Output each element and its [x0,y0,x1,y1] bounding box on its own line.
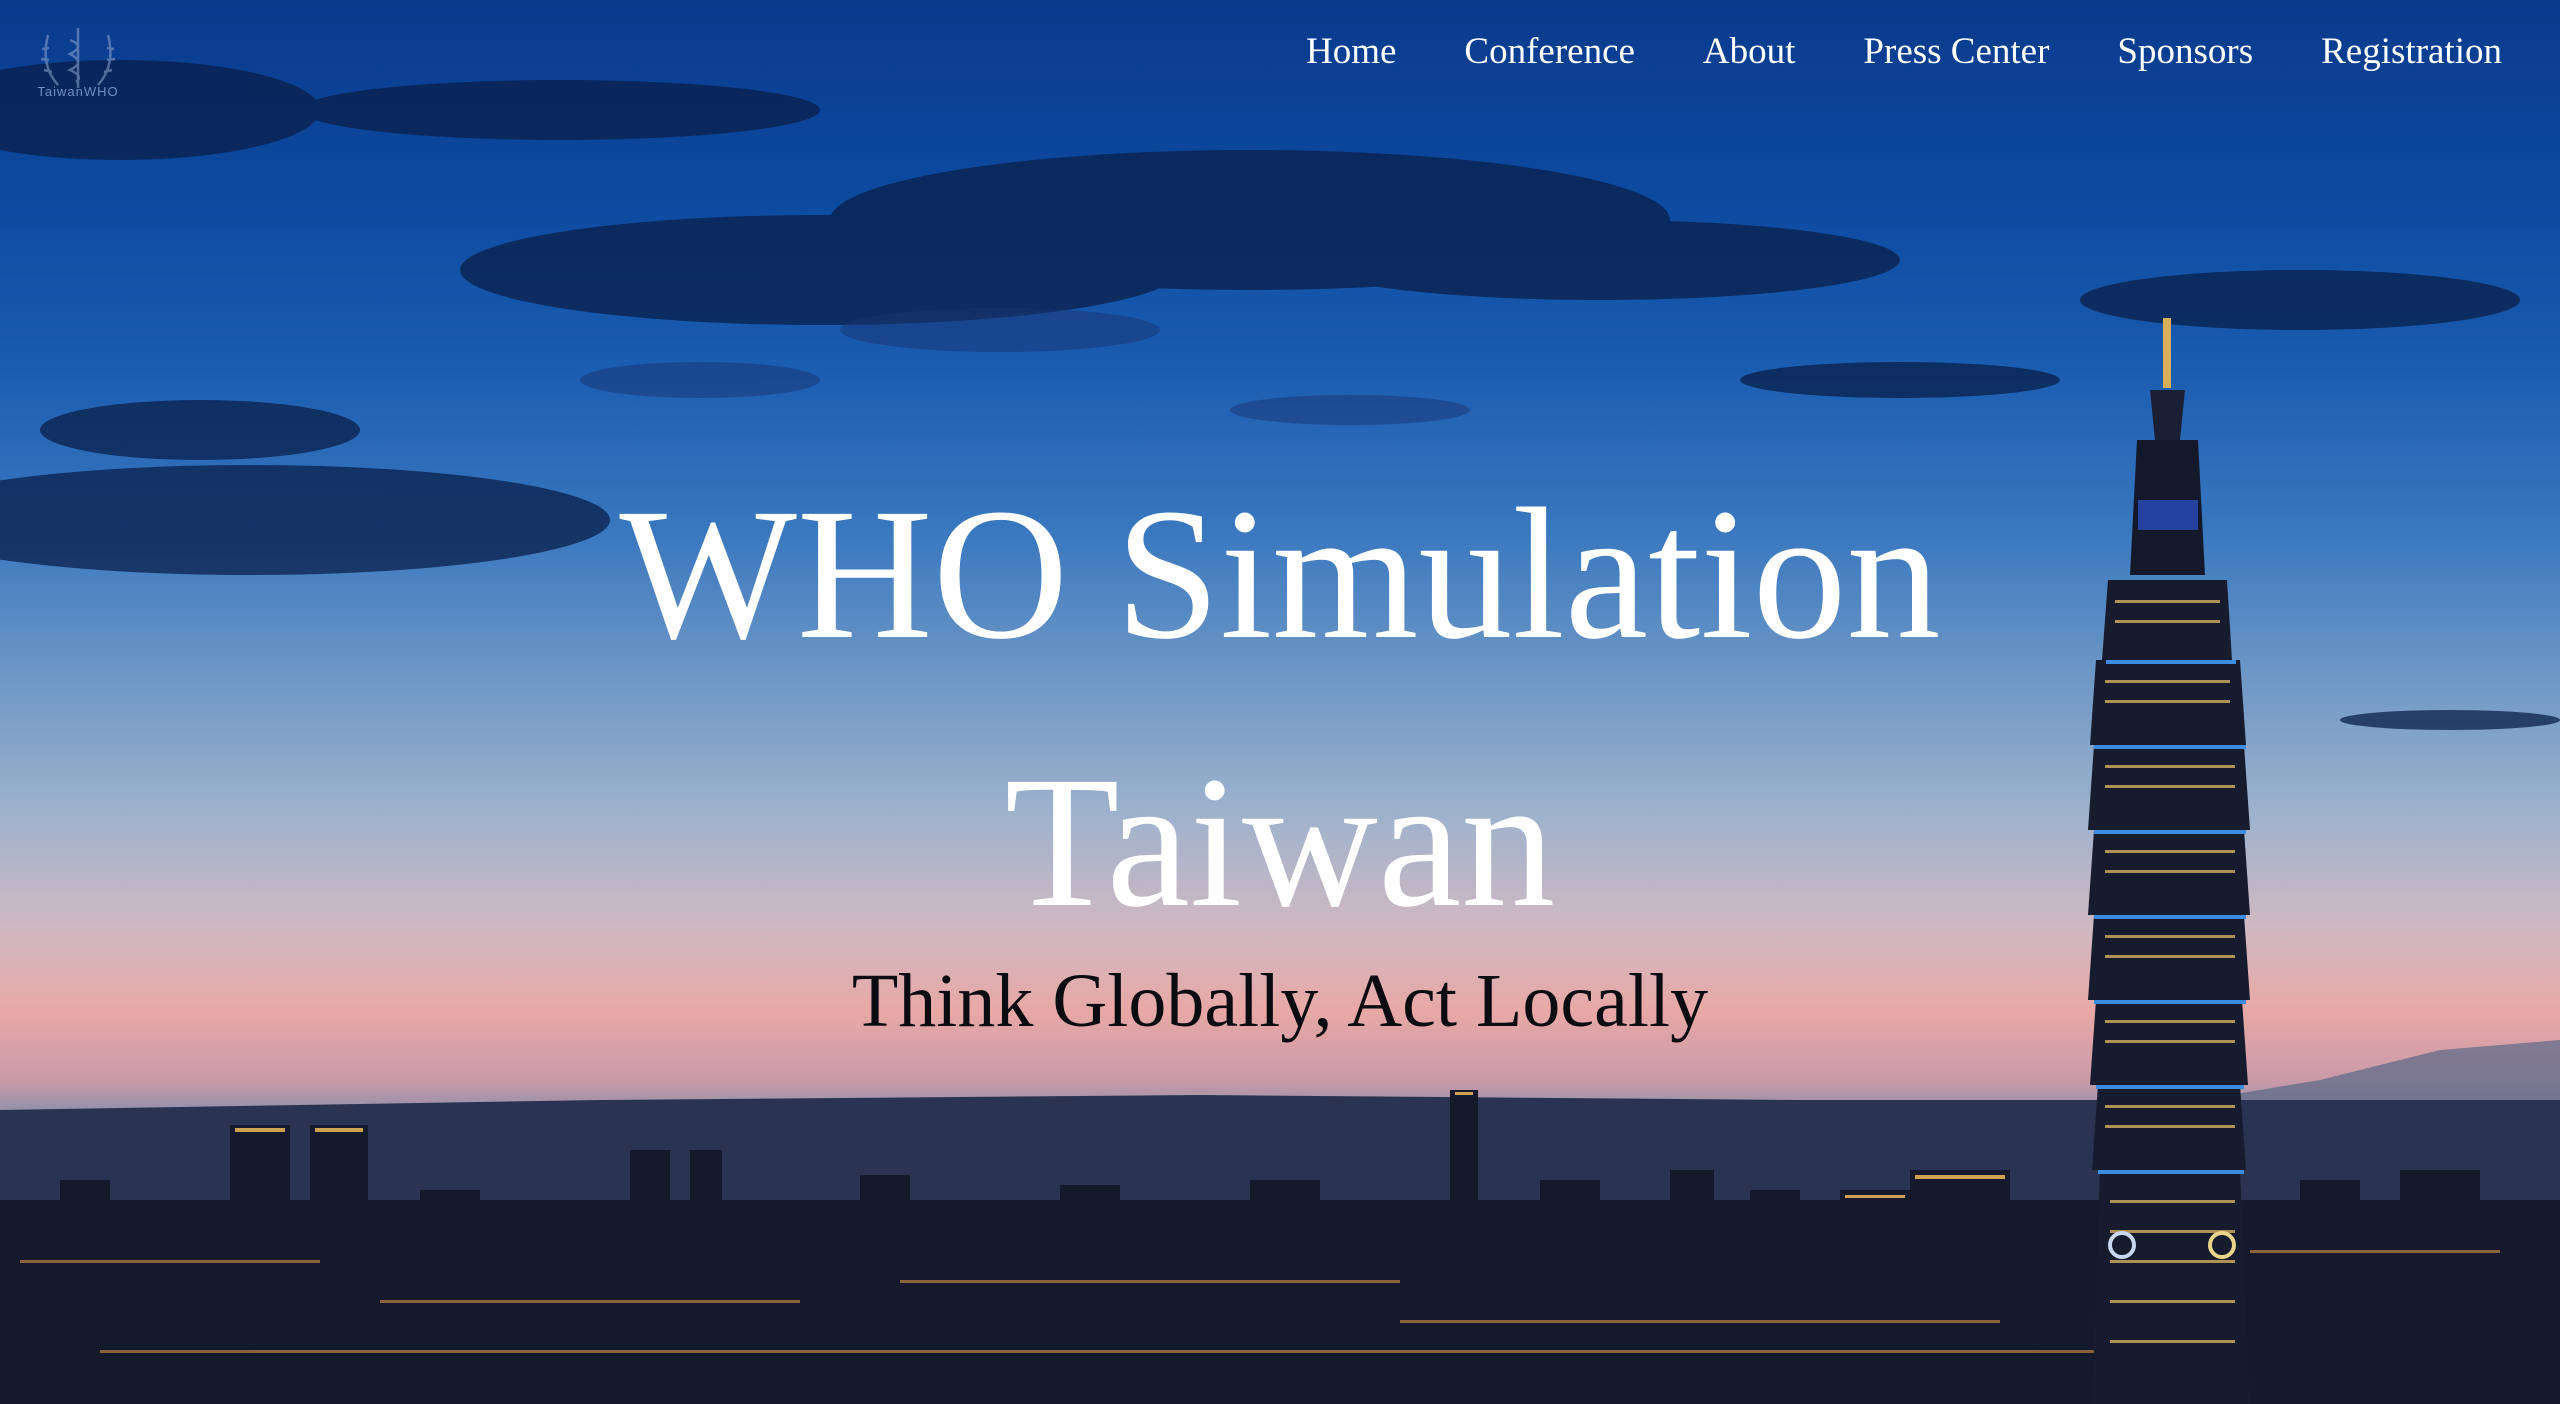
main-nav: Home Conference About Press Center Spons… [1238,30,2502,74]
nav-item-press-center[interactable]: Press Center [1863,30,2049,74]
hero-subtitle: Think Globally, Act Locally [851,959,1709,1043]
nav-item-home[interactable]: Home [1306,30,1396,74]
nav-item-sponsors[interactable]: Sponsors [2117,30,2253,74]
hero-title: WHO Simulation Taiwan [0,440,2560,976]
hero-title-line2: Taiwan [1004,737,1556,946]
nav-item-registration[interactable]: Registration [2321,30,2502,74]
nav-item-conference[interactable]: Conference [1464,30,1635,74]
nav-item-about[interactable]: About [1703,30,1796,74]
logo-text: TaiwanWHO [37,84,119,99]
hero-title-line1: WHO Simulation [619,469,1941,678]
